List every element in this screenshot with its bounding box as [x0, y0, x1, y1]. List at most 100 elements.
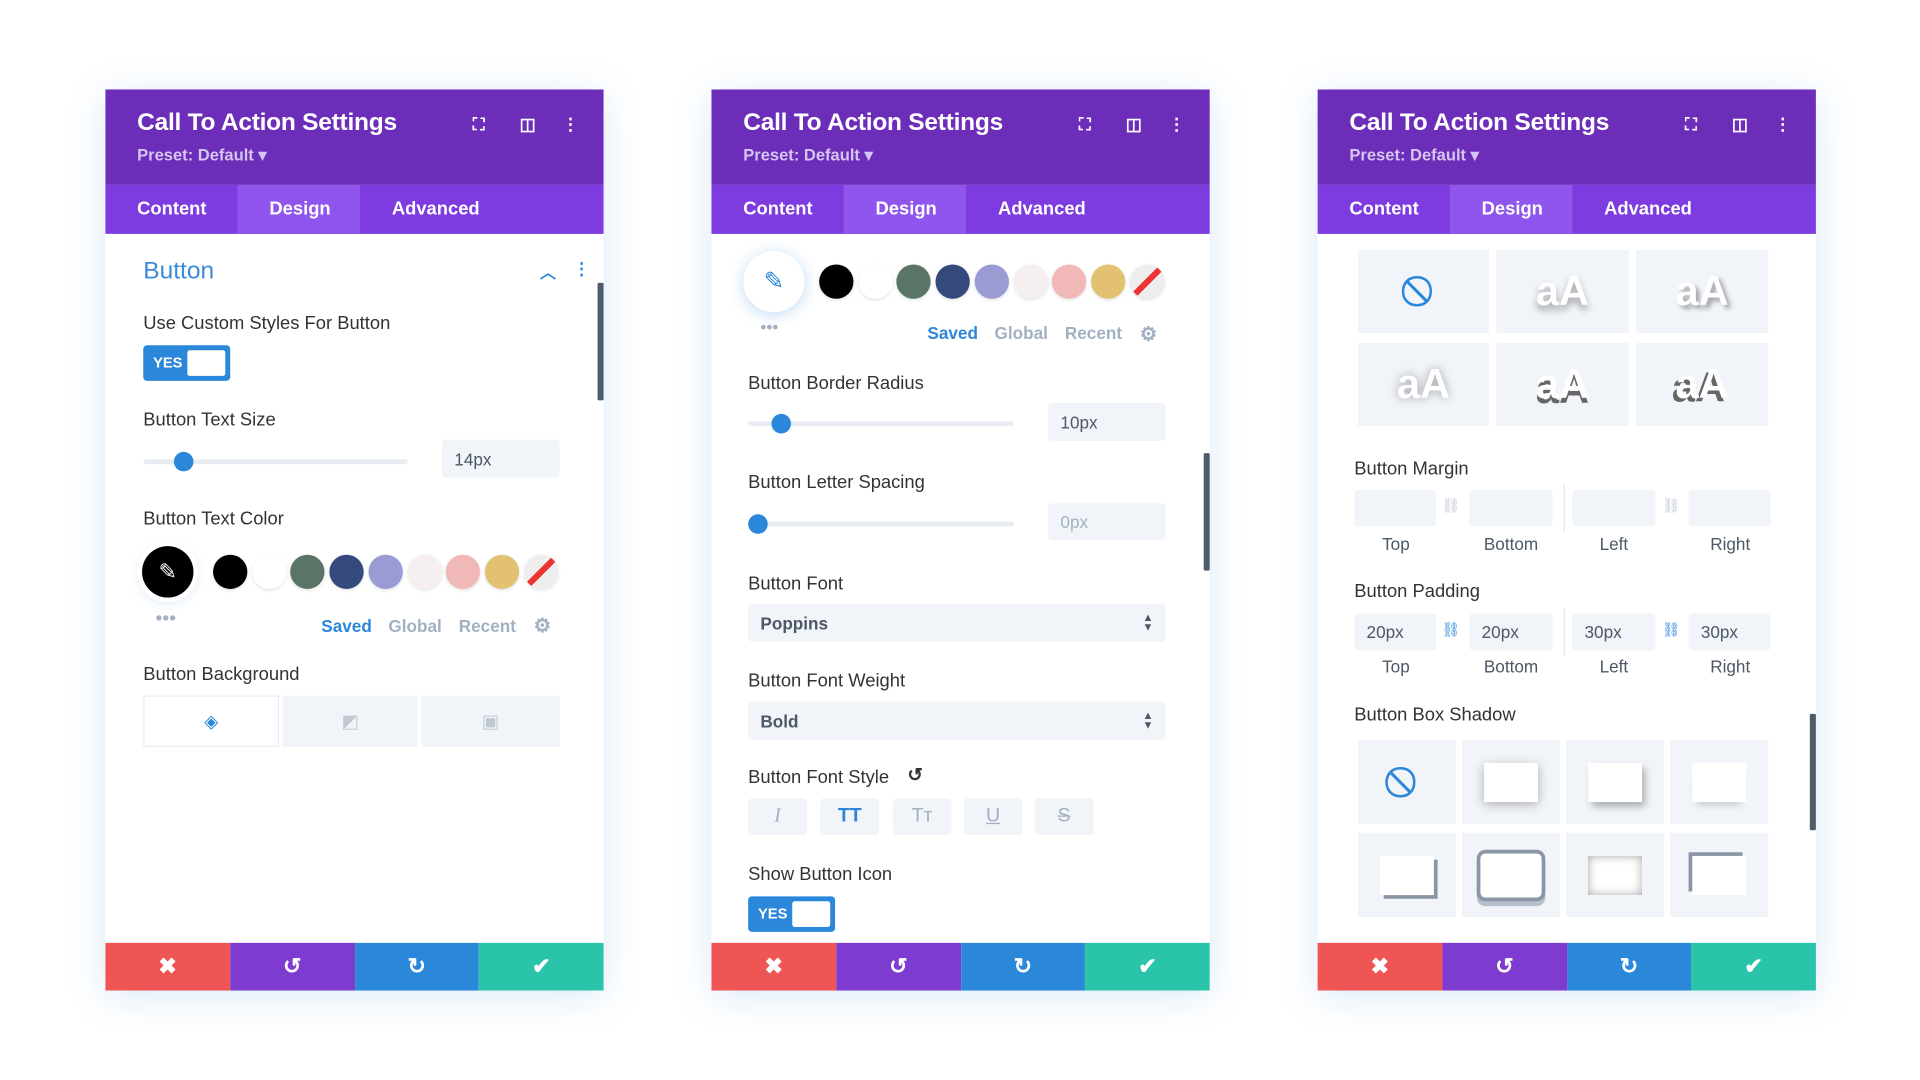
- tab-content[interactable]: Content: [711, 185, 844, 234]
- more-colors-icon[interactable]: •••: [156, 609, 177, 631]
- color-swatch[interactable]: [445, 554, 481, 589]
- link-off-icon[interactable]: ⛓: [1441, 497, 1460, 514]
- tab-advanced[interactable]: Advanced: [966, 185, 1117, 234]
- link-off-icon[interactable]: ⛓: [1662, 497, 1681, 514]
- margin-right-input[interactable]: [1688, 489, 1771, 527]
- save-button[interactable]: ✔: [479, 942, 604, 991]
- palette-tab-saved[interactable]: Saved: [927, 323, 978, 343]
- gear-icon[interactable]: ⚙: [1140, 322, 1158, 346]
- palette-tab-recent[interactable]: Recent: [1065, 323, 1122, 343]
- scrollbar[interactable]: [597, 282, 604, 401]
- expand-icon[interactable]: ⛶: [1074, 114, 1096, 135]
- background-color-tab[interactable]: ◈: [143, 695, 280, 747]
- palette-tab-saved[interactable]: Saved: [321, 616, 372, 636]
- more-icon[interactable]: ⋮: [1772, 114, 1794, 135]
- text-shadow-none-icon[interactable]: ⃠: [1357, 249, 1489, 334]
- reset-icon[interactable]: ↺: [907, 764, 922, 786]
- text-shadow-preset[interactable]: aA: [1496, 342, 1629, 427]
- box-shadow-preset[interactable]: [1357, 832, 1456, 918]
- color-swatch[interactable]: [1129, 264, 1165, 299]
- custom-styles-toggle[interactable]: YES: [143, 345, 231, 381]
- more-colors-icon[interactable]: •••: [760, 317, 778, 337]
- font-weight-select[interactable]: Bold ▲ ▼: [748, 701, 1166, 740]
- box-shadow-preset[interactable]: [1462, 832, 1561, 918]
- box-shadow-preset[interactable]: [1462, 739, 1561, 825]
- undo-button[interactable]: ↺: [1442, 942, 1567, 991]
- text-shadow-preset[interactable]: aA: [1635, 342, 1769, 427]
- padding-top-input[interactable]: 20px: [1354, 613, 1437, 651]
- letter-spacing-slider[interactable]: [748, 521, 1014, 527]
- text-size-slider-handle[interactable]: [173, 451, 194, 472]
- box-shadow-preset[interactable]: [1566, 739, 1665, 825]
- save-button[interactable]: ✔: [1085, 942, 1210, 991]
- color-swatch[interactable]: [523, 554, 558, 589]
- color-swatch[interactable]: [1052, 264, 1087, 299]
- text-shadow-preset[interactable]: aA: [1635, 249, 1769, 334]
- cancel-button[interactable]: ✖: [1317, 942, 1443, 991]
- padding-bottom-input[interactable]: 20px: [1469, 613, 1553, 651]
- padding-right-input[interactable]: 30px: [1688, 613, 1771, 651]
- split-view-icon[interactable]: ◫: [1123, 114, 1145, 135]
- expand-icon[interactable]: ⛶: [1680, 114, 1702, 135]
- tab-design[interactable]: Design: [237, 184, 361, 234]
- section-more-icon[interactable]: ⋮: [573, 258, 590, 279]
- color-swatch[interactable]: [974, 264, 1009, 299]
- link-icon[interactable]: ⛓: [1662, 621, 1681, 638]
- color-swatch[interactable]: [819, 264, 854, 299]
- undo-button[interactable]: ↺: [836, 942, 961, 991]
- text-shadow-preset[interactable]: aA: [1357, 342, 1489, 427]
- box-shadow-none-icon[interactable]: ⃠: [1357, 739, 1456, 825]
- color-swatch[interactable]: [213, 554, 248, 589]
- letter-spacing-slider-handle[interactable]: [748, 514, 768, 534]
- eyedropper-icon[interactable]: ✎: [142, 546, 194, 598]
- eyedropper-icon[interactable]: ✎: [743, 251, 805, 313]
- color-swatch[interactable]: [896, 264, 932, 299]
- tab-advanced[interactable]: Advanced: [1572, 185, 1723, 234]
- palette-tab-global[interactable]: Global: [388, 616, 441, 636]
- more-icon[interactable]: ⋮: [560, 114, 582, 135]
- section-title[interactable]: Button: [143, 258, 214, 286]
- style-italic-button[interactable]: I: [748, 798, 807, 836]
- box-shadow-preset[interactable]: [1566, 832, 1665, 918]
- border-radius-input[interactable]: 10px: [1048, 402, 1166, 441]
- text-shadow-preset[interactable]: aA: [1496, 249, 1629, 334]
- cancel-button[interactable]: ✖: [711, 942, 837, 991]
- color-swatch[interactable]: [1090, 264, 1126, 299]
- color-swatch[interactable]: [290, 554, 325, 589]
- show-icon-toggle[interactable]: YES: [748, 896, 836, 932]
- palette-tab-recent[interactable]: Recent: [459, 616, 516, 636]
- box-shadow-preset[interactable]: [1670, 832, 1769, 918]
- split-view-icon[interactable]: ◫: [517, 114, 539, 135]
- color-swatch[interactable]: [407, 554, 442, 589]
- more-icon[interactable]: ⋮: [1166, 114, 1188, 135]
- chevron-up-icon[interactable]: ︿: [540, 260, 556, 283]
- style-strikethrough-button[interactable]: S: [1034, 798, 1094, 836]
- background-image-tab[interactable]: ▣: [421, 695, 560, 747]
- margin-bottom-input[interactable]: [1469, 489, 1553, 527]
- tab-content[interactable]: Content: [1318, 185, 1451, 234]
- style-capitalize-button[interactable]: Tт: [892, 798, 952, 836]
- color-swatch[interactable]: [1013, 264, 1048, 299]
- style-uppercase-button[interactable]: TT: [820, 798, 880, 836]
- padding-left-input[interactable]: 30px: [1572, 613, 1656, 651]
- save-button[interactable]: ✔: [1691, 942, 1816, 991]
- preset-dropdown[interactable]: Preset: Default ▾: [1349, 146, 1479, 166]
- redo-button[interactable]: ↻: [354, 942, 480, 991]
- preset-dropdown[interactable]: Preset: Default ▾: [137, 146, 267, 166]
- cancel-button[interactable]: ✖: [105, 942, 230, 991]
- background-gradient-tab[interactable]: ◩: [282, 695, 418, 747]
- redo-button[interactable]: ↻: [1566, 942, 1692, 991]
- preset-dropdown[interactable]: Preset: Default ▾: [743, 146, 873, 166]
- color-swatch[interactable]: [857, 264, 893, 299]
- tab-design[interactable]: Design: [843, 184, 967, 234]
- border-radius-slider-handle[interactable]: [771, 413, 792, 434]
- split-view-icon[interactable]: ◫: [1729, 114, 1751, 135]
- color-swatch[interactable]: [484, 554, 520, 589]
- tab-design[interactable]: Design: [1449, 184, 1573, 234]
- color-swatch[interactable]: [368, 554, 403, 589]
- margin-top-input[interactable]: [1354, 489, 1437, 527]
- color-swatch[interactable]: [329, 554, 364, 589]
- letter-spacing-input[interactable]: 0px: [1048, 503, 1166, 541]
- gear-icon[interactable]: ⚙: [534, 613, 552, 637]
- text-size-input[interactable]: 14px: [442, 439, 560, 478]
